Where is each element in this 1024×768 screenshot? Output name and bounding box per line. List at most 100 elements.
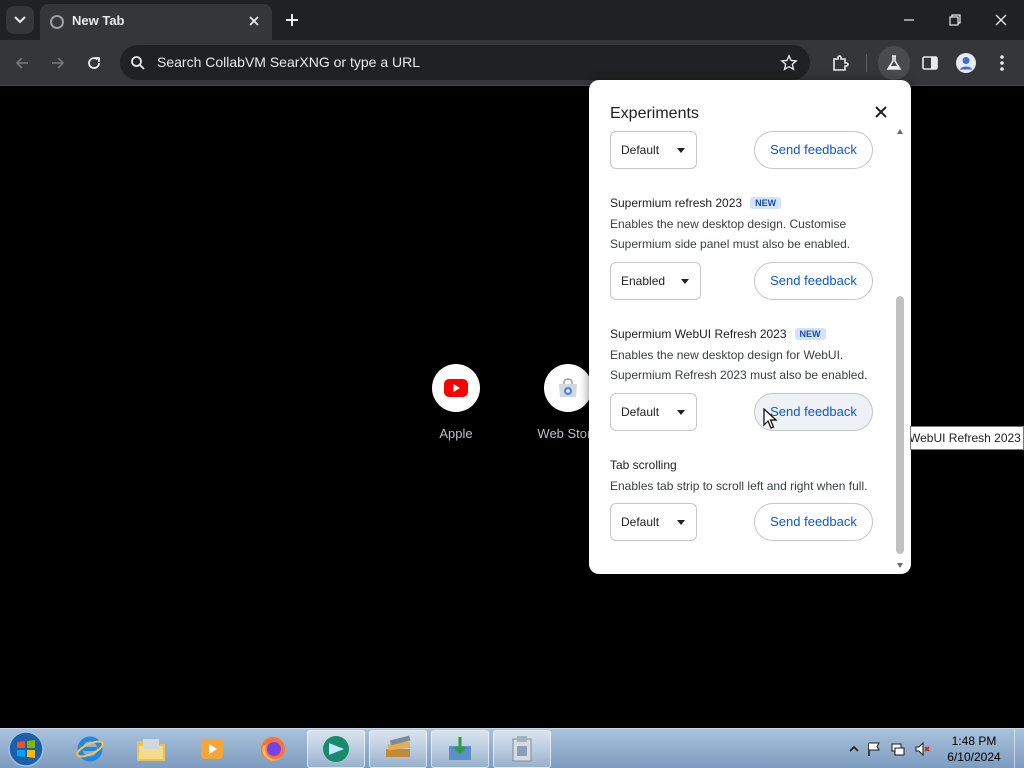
experiment-name: Tab scrolling bbox=[610, 458, 677, 472]
side-panel-button[interactable] bbox=[918, 51, 942, 75]
menu-button[interactable] bbox=[990, 51, 1014, 75]
taskbar-clock[interactable]: 1:48 PM 6/10/2024 bbox=[936, 733, 1012, 765]
firefox-icon bbox=[261, 737, 285, 761]
caret-down-icon bbox=[677, 520, 685, 525]
profile-button[interactable] bbox=[954, 51, 978, 75]
browser-app-icon bbox=[323, 736, 349, 762]
forward-button[interactable] bbox=[46, 51, 70, 75]
caret-down-icon bbox=[677, 148, 685, 153]
chevron-down-icon bbox=[14, 16, 26, 24]
taskbar-file-explorer[interactable] bbox=[122, 730, 180, 768]
search-icon bbox=[131, 56, 145, 70]
installer-icon bbox=[449, 737, 471, 760]
omnibox-placeholder: Search CollabVM SearXNG or type a URL bbox=[157, 54, 420, 70]
internet-explorer-icon bbox=[76, 736, 104, 762]
tab-new-tab[interactable]: New Tab bbox=[40, 4, 272, 40]
bookmark-star-icon[interactable] bbox=[780, 54, 798, 72]
select-value: Default bbox=[621, 143, 660, 157]
clock-time: 1:48 PM bbox=[951, 734, 997, 748]
tray-expand-arrow-icon[interactable] bbox=[846, 741, 862, 757]
minimize-icon bbox=[904, 19, 914, 21]
taskbar-internet-explorer[interactable] bbox=[61, 730, 119, 768]
archive-icon bbox=[512, 736, 532, 762]
taskbar-firefox[interactable] bbox=[244, 730, 302, 768]
tab-title: New Tab bbox=[72, 13, 125, 28]
select-value: Default bbox=[621, 515, 660, 529]
experiment-select[interactable]: Default bbox=[610, 503, 697, 541]
experiment-description: Enables the new desktop design. Customis… bbox=[610, 214, 890, 254]
folder-icon bbox=[137, 739, 165, 761]
scroll-up-arrow-icon[interactable] bbox=[897, 129, 903, 134]
experiment-description-line: Supermium Refresh 2023 must also be enab… bbox=[610, 368, 868, 382]
panel-title: Experiments bbox=[610, 105, 699, 122]
taskbar-app-books[interactable] bbox=[369, 730, 427, 768]
experiment-name-text: Supermium refresh 2023 bbox=[610, 196, 743, 210]
arrow-left-icon bbox=[15, 57, 28, 69]
restore-button[interactable] bbox=[932, 0, 978, 40]
show-desktop-button[interactable] bbox=[1014, 729, 1024, 768]
start-button-icon[interactable] bbox=[6, 730, 46, 768]
taskbar-app-installer[interactable] bbox=[431, 730, 489, 768]
avatar-icon bbox=[956, 53, 976, 73]
select-value: Default bbox=[621, 405, 660, 419]
taskbar: 1:48 PM 6/10/2024 bbox=[0, 728, 1024, 768]
close-icon[interactable] bbox=[872, 103, 890, 121]
experiment-name-text: Tab scrolling bbox=[610, 458, 677, 472]
tooltip-text: WebUI Refresh 2023 bbox=[910, 431, 1021, 445]
experiment-select[interactable]: Default bbox=[610, 393, 697, 431]
experiment-description: Enables the new desktop design for WebUI… bbox=[610, 345, 890, 385]
tab-search-button[interactable] bbox=[6, 6, 34, 34]
youtube-icon bbox=[444, 379, 468, 397]
close-icon bbox=[995, 14, 1007, 26]
scrollbar-thumb[interactable] bbox=[896, 296, 904, 554]
taskbar-supermium[interactable] bbox=[307, 730, 365, 768]
scroll-down-arrow-icon[interactable] bbox=[897, 563, 903, 568]
new-tab-plus-icon[interactable] bbox=[282, 10, 302, 30]
media-player-icon bbox=[201, 739, 223, 759]
screen: New Tab Search CollabVM SearXNG or type … bbox=[0, 0, 1024, 768]
action-center-flag-icon[interactable] bbox=[866, 741, 882, 757]
send-feedback-button[interactable]: Send feedback bbox=[754, 262, 873, 300]
network-icon[interactable] bbox=[890, 741, 906, 757]
flask-icon bbox=[886, 55, 902, 70]
shortcut-icon-circle bbox=[544, 364, 592, 412]
experiments-button-icon-wrap[interactable] bbox=[882, 51, 906, 75]
books-icon bbox=[386, 735, 411, 757]
experiment-name-text: Supermium WebUI Refresh 2023 bbox=[610, 327, 787, 341]
omnibox[interactable]: Search CollabVM SearXNG or type a URL bbox=[120, 45, 810, 80]
restore-icon bbox=[949, 14, 961, 26]
send-feedback-button[interactable]: Send feedback bbox=[754, 503, 873, 541]
send-feedback-button[interactable]: Send feedback bbox=[754, 131, 873, 169]
new-badge: NEW bbox=[794, 328, 826, 340]
new-badge: NEW bbox=[750, 197, 782, 209]
minimize-button[interactable] bbox=[886, 0, 932, 40]
experiment-description-line: Enables the new desktop design for WebUI… bbox=[610, 348, 844, 362]
side-panel-icon bbox=[922, 56, 938, 70]
experiments-panel: Experiments Default Send feedback Superm… bbox=[589, 80, 911, 574]
clock-date: 6/10/2024 bbox=[947, 750, 1001, 764]
reload-button[interactable] bbox=[82, 51, 106, 75]
experiment-select[interactable]: Default bbox=[610, 131, 697, 169]
experiment-select[interactable]: Enabled bbox=[610, 262, 701, 300]
reload-icon bbox=[88, 57, 100, 69]
shortcut-icon-circle bbox=[432, 364, 480, 412]
shortcut-apple[interactable]: Apple bbox=[416, 364, 496, 441]
experiment-description-line: Enables the new desktop design. Customis… bbox=[610, 217, 847, 231]
web-store-icon bbox=[559, 378, 577, 397]
caret-down-icon bbox=[681, 279, 689, 284]
taskbar-media-player[interactable] bbox=[183, 730, 241, 768]
shortcut-label: Apple bbox=[439, 426, 473, 441]
select-value: Enabled bbox=[621, 274, 666, 288]
back-button[interactable] bbox=[10, 51, 34, 75]
taskbar-app-archive[interactable] bbox=[493, 730, 551, 768]
close-window-button[interactable] bbox=[978, 0, 1024, 40]
extensions-button[interactable] bbox=[828, 51, 852, 75]
caret-down-icon bbox=[677, 410, 685, 415]
volume-muted-icon[interactable] bbox=[914, 741, 930, 757]
toolbar-separator bbox=[866, 54, 867, 72]
close-tab-icon[interactable] bbox=[246, 13, 262, 29]
globe-icon bbox=[50, 15, 64, 29]
mouse-cursor-icon bbox=[763, 408, 777, 429]
tooltip: WebUI Refresh 2023 bbox=[910, 426, 1024, 450]
browser-titlebar: New Tab bbox=[0, 0, 1024, 40]
